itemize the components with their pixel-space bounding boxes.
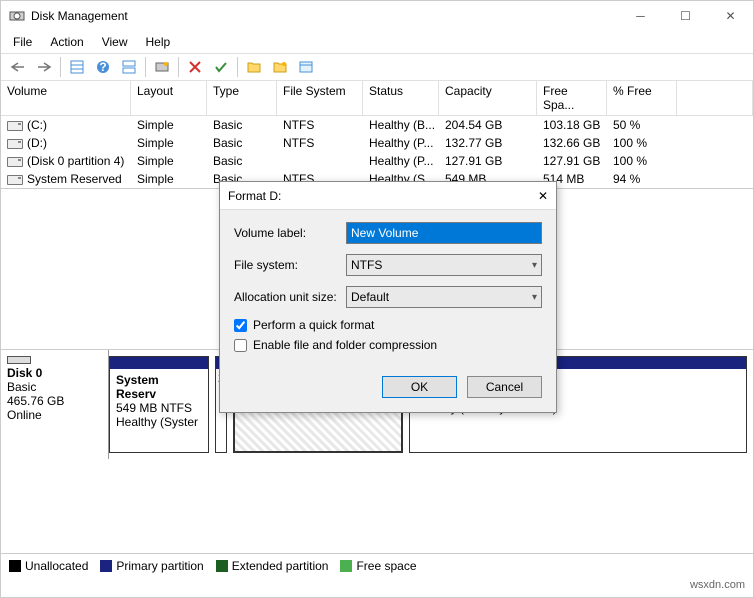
menubar: File Action View Help <box>1 31 753 53</box>
col-pfree[interactable]: % Free <box>607 81 677 116</box>
layout-icon[interactable] <box>117 55 141 79</box>
view-small-icon[interactable] <box>65 55 89 79</box>
window-title: Disk Management <box>31 9 618 23</box>
ok-button[interactable]: OK <box>382 376 457 398</box>
swatch-unallocated <box>9 560 21 572</box>
compression-label: Enable file and folder compression <box>253 338 437 352</box>
toolbar: ? <box>1 53 753 81</box>
volume-label-input[interactable] <box>346 222 542 244</box>
col-fs[interactable]: File System <box>277 81 363 116</box>
volume-label-label: Volume label: <box>234 226 346 240</box>
disk-state: Online <box>7 408 102 422</box>
file-system-select[interactable]: NTFS▾ <box>346 254 542 276</box>
col-volume[interactable]: Volume <box>1 81 131 116</box>
volume-table: Volume Layout Type File System Status Ca… <box>1 81 753 189</box>
legend: Unallocated Primary partition Extended p… <box>1 553 753 577</box>
settings-icon[interactable] <box>150 55 174 79</box>
table-row[interactable]: (D:) Simple Basic NTFS Healthy (P... 132… <box>1 134 753 152</box>
disk-label: Disk 0 <box>7 366 102 380</box>
dialog-close-icon[interactable]: ✕ <box>538 189 548 203</box>
back-button[interactable] <box>6 55 30 79</box>
forward-button[interactable] <box>32 55 56 79</box>
minimize-button[interactable]: ─ <box>618 1 663 31</box>
disk-info[interactable]: Disk 0 Basic 465.76 GB Online <box>1 350 109 459</box>
col-type[interactable]: Type <box>207 81 277 116</box>
vol-name: System Reserved <box>27 172 122 186</box>
quick-format-label: Perform a quick format <box>253 318 374 332</box>
file-system-label: File system: <box>234 258 346 272</box>
allocation-size-label: Allocation unit size: <box>234 290 346 304</box>
compression-checkbox[interactable] <box>234 339 247 352</box>
swatch-free <box>340 560 352 572</box>
watermark: wsxdn.com <box>1 577 753 597</box>
menu-file[interactable]: File <box>5 33 40 51</box>
folder-icon[interactable] <box>242 55 266 79</box>
chevron-down-icon: ▾ <box>532 260 537 271</box>
check-icon[interactable] <box>209 55 233 79</box>
table-row[interactable]: (C:) Simple Basic NTFS Healthy (B... 204… <box>1 116 753 134</box>
dialog-title: Format D: <box>228 189 538 203</box>
table-row[interactable]: (Disk 0 partition 4) Simple Basic Health… <box>1 152 753 170</box>
cancel-button[interactable]: Cancel <box>467 376 542 398</box>
format-dialog: Format D: ✕ Volume label: File system: N… <box>219 181 557 413</box>
vol-name: (D:) <box>27 136 47 150</box>
col-spacer <box>677 81 753 116</box>
menu-help[interactable]: Help <box>138 33 179 51</box>
part-status: Healthy (Syster <box>116 415 198 429</box>
col-free[interactable]: Free Spa... <box>537 81 607 116</box>
quick-format-checkbox[interactable] <box>234 319 247 332</box>
vol-name: (Disk 0 partition 4) <box>27 154 124 168</box>
allocation-size-select[interactable]: Default▾ <box>346 286 542 308</box>
disk-size: 465.76 GB <box>7 394 102 408</box>
svg-text:?: ? <box>99 60 106 74</box>
chevron-down-icon: ▾ <box>532 292 537 303</box>
close-button[interactable]: ✕ <box>708 1 753 31</box>
maximize-button[interactable]: ☐ <box>663 1 708 31</box>
delete-icon[interactable] <box>183 55 207 79</box>
col-capacity[interactable]: Capacity <box>439 81 537 116</box>
help-icon[interactable]: ? <box>91 55 115 79</box>
properties-icon[interactable] <box>294 55 318 79</box>
disk-icon <box>7 356 31 364</box>
drive-icon <box>7 175 23 185</box>
part-name: System Reserv <box>116 373 159 401</box>
swatch-primary <box>100 560 112 572</box>
swatch-extended <box>216 560 228 572</box>
drive-icon <box>7 157 23 167</box>
disk-type: Basic <box>7 380 102 394</box>
titlebar: Disk Management ─ ☐ ✕ <box>1 1 753 31</box>
drive-icon <box>7 121 23 131</box>
col-layout[interactable]: Layout <box>131 81 207 116</box>
vol-name: (C:) <box>27 118 47 132</box>
drive-icon <box>7 139 23 149</box>
menu-view[interactable]: View <box>94 33 136 51</box>
part-size: 549 MB NTFS <box>116 401 192 415</box>
disk-mgmt-icon <box>9 8 25 24</box>
menu-action[interactable]: Action <box>42 33 91 51</box>
partition-system-reserved[interactable]: System Reserv 549 MB NTFS Healthy (Syste… <box>109 356 209 453</box>
new-folder-icon[interactable] <box>268 55 292 79</box>
col-status[interactable]: Status <box>363 81 439 116</box>
